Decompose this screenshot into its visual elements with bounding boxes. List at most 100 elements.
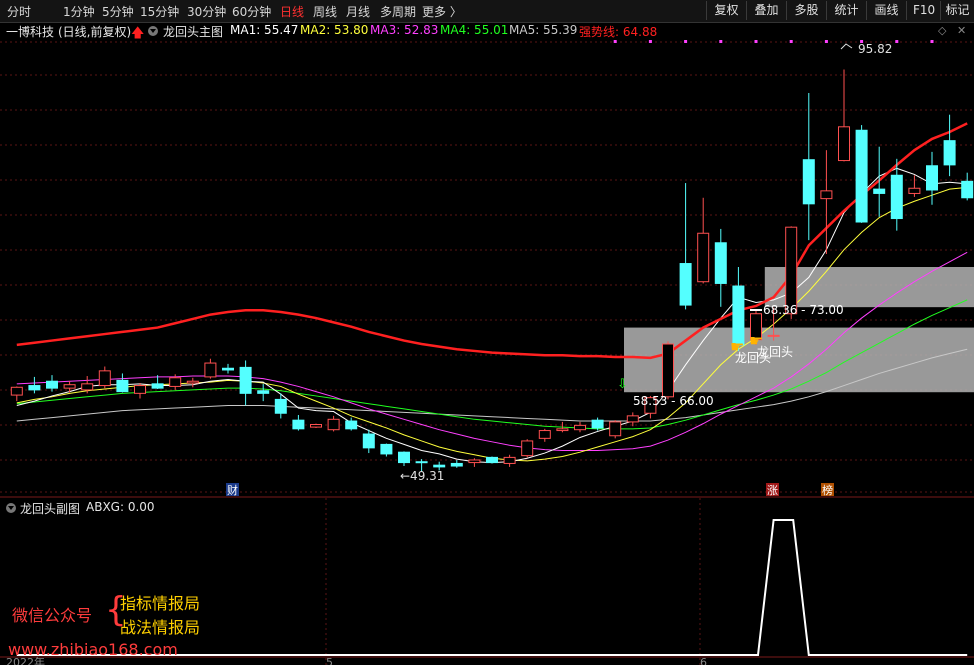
- sub-dropdown-icon[interactable]: [6, 502, 16, 516]
- tab-multi-period[interactable]: 多周期: [380, 3, 416, 20]
- candle: [257, 390, 270, 394]
- candle: [415, 461, 428, 464]
- candle: [310, 424, 322, 428]
- tab-monthly[interactable]: 月线: [346, 3, 370, 20]
- candle: [838, 126, 850, 162]
- promo-line-1: 指标情报局: [120, 594, 201, 613]
- candle: [134, 385, 146, 394]
- up-arrow-icon: 🡅: [131, 26, 145, 41]
- marker-zhang: 涨: [767, 484, 778, 497]
- chart-mode: (日线,前复权): [58, 25, 132, 39]
- candle: [362, 433, 375, 449]
- candle: [626, 415, 639, 423]
- ma4-value: MA4: 55.01: [440, 23, 509, 37]
- candle: [239, 366, 252, 394]
- stock-name: 一博科技: [6, 25, 55, 39]
- candle: [961, 180, 974, 199]
- low-label: ←49.31: [400, 469, 444, 483]
- high-marker-line: [840, 43, 853, 50]
- down-arrow-icon: ⇩: [617, 377, 628, 392]
- candle: [151, 383, 164, 389]
- signal-dot: [930, 40, 934, 43]
- f10-button[interactable]: F10: [906, 1, 940, 20]
- ma3-value: MA3: 52.83: [370, 23, 439, 37]
- sub-indicator-name[interactable]: 龙回头副图: [20, 500, 80, 517]
- settings-diamond-icon[interactable]: ◇: [938, 24, 946, 37]
- main-indicator-name[interactable]: 龙回头主图: [163, 23, 223, 40]
- tab-daily[interactable]: 日线: [280, 3, 304, 20]
- candle: [538, 430, 551, 439]
- candle: [679, 263, 692, 306]
- ma5-value: MA5: 55.39: [509, 23, 578, 37]
- candle: [398, 451, 410, 464]
- signal-dot: [719, 40, 723, 43]
- signal-dot: [754, 40, 758, 43]
- candle: [503, 456, 516, 464]
- candle: [204, 362, 217, 378]
- candle: [697, 232, 710, 283]
- signal-dot: [824, 40, 828, 43]
- candle: [81, 383, 94, 391]
- candle: [890, 174, 903, 220]
- candle: [327, 418, 340, 431]
- candle: [222, 367, 234, 371]
- promo-website: www.zhibiao168.com: [8, 640, 178, 659]
- zone-lower-label: 58.53 - 66.00: [633, 394, 714, 408]
- tab-15min[interactable]: 15分钟: [140, 3, 179, 20]
- signal-dot: [648, 40, 652, 43]
- tab-weekly[interactable]: 周线: [313, 3, 337, 20]
- candle: [820, 190, 833, 200]
- zone-upper-label: 68.36 - 73.00: [763, 303, 844, 317]
- candle: [10, 386, 23, 396]
- candle: [46, 380, 58, 389]
- high-label: 95.82: [858, 42, 892, 56]
- candle: [486, 456, 498, 464]
- statistics-button[interactable]: 统计: [826, 1, 866, 20]
- axis-month-6: 6: [700, 656, 707, 665]
- candle: [574, 424, 586, 431]
- signal-dot: [789, 40, 793, 43]
- dropdown-icon[interactable]: [148, 25, 158, 39]
- candle: [468, 459, 481, 464]
- candle: [908, 187, 921, 194]
- ma1-value: MA1: 55.47: [230, 23, 299, 37]
- candle: [292, 419, 305, 430]
- signal-label-b: 龙回头: [757, 345, 793, 359]
- overlay-button[interactable]: 叠加: [746, 1, 786, 20]
- signal-dot: [613, 40, 617, 43]
- tab-5min[interactable]: 5分钟: [102, 3, 134, 20]
- candle: [943, 140, 956, 166]
- candle: [345, 420, 358, 430]
- fuquan-button[interactable]: 复权: [706, 1, 746, 20]
- mark-button[interactable]: 标记: [940, 1, 974, 20]
- abxg-value: ABXG: 0.00: [86, 500, 155, 514]
- kline-chart[interactable]: 95.82←49.3168.36 - 73.0058.53 - 66.00⇩☛ ☛…: [0, 0, 974, 665]
- candle: [186, 380, 199, 384]
- marker-bang: 榜: [822, 483, 833, 497]
- tab-fenshi[interactable]: 分时: [7, 3, 31, 20]
- candle: [274, 398, 287, 414]
- marker-cai: 财: [227, 483, 238, 497]
- candle: [591, 419, 604, 429]
- candle: [855, 129, 868, 223]
- promo-wechat-label: 微信公众号: [12, 606, 93, 625]
- draw-line-button[interactable]: 画线: [866, 1, 906, 20]
- close-icon[interactable]: ✕: [957, 24, 966, 37]
- candle: [926, 165, 938, 191]
- candle: [116, 379, 129, 393]
- signal-dot: [895, 40, 899, 43]
- period-tab-bar: 分时 1分钟 5分钟 15分钟 30分钟 60分钟 日线 周线 月线 多周期 更…: [0, 0, 974, 23]
- candle: [714, 242, 727, 284]
- candle: [450, 462, 463, 467]
- candle: [873, 188, 886, 194]
- tab-30min[interactable]: 30分钟: [187, 3, 226, 20]
- tab-1min[interactable]: 1分钟: [63, 3, 95, 20]
- candle: [433, 464, 446, 468]
- candle: [556, 428, 569, 432]
- tab-more[interactable]: 更多 〉: [422, 3, 462, 20]
- tab-60min[interactable]: 60分钟: [232, 3, 271, 20]
- signal-dot: [684, 40, 688, 43]
- multi-stock-button[interactable]: 多股: [786, 1, 826, 20]
- axis-month-5: 5: [326, 656, 333, 665]
- main-indicator-bar: 一博科技 (日线,前复权) 🡅 龙回头主图 MA1: 55.47 MA2: 53…: [0, 23, 974, 41]
